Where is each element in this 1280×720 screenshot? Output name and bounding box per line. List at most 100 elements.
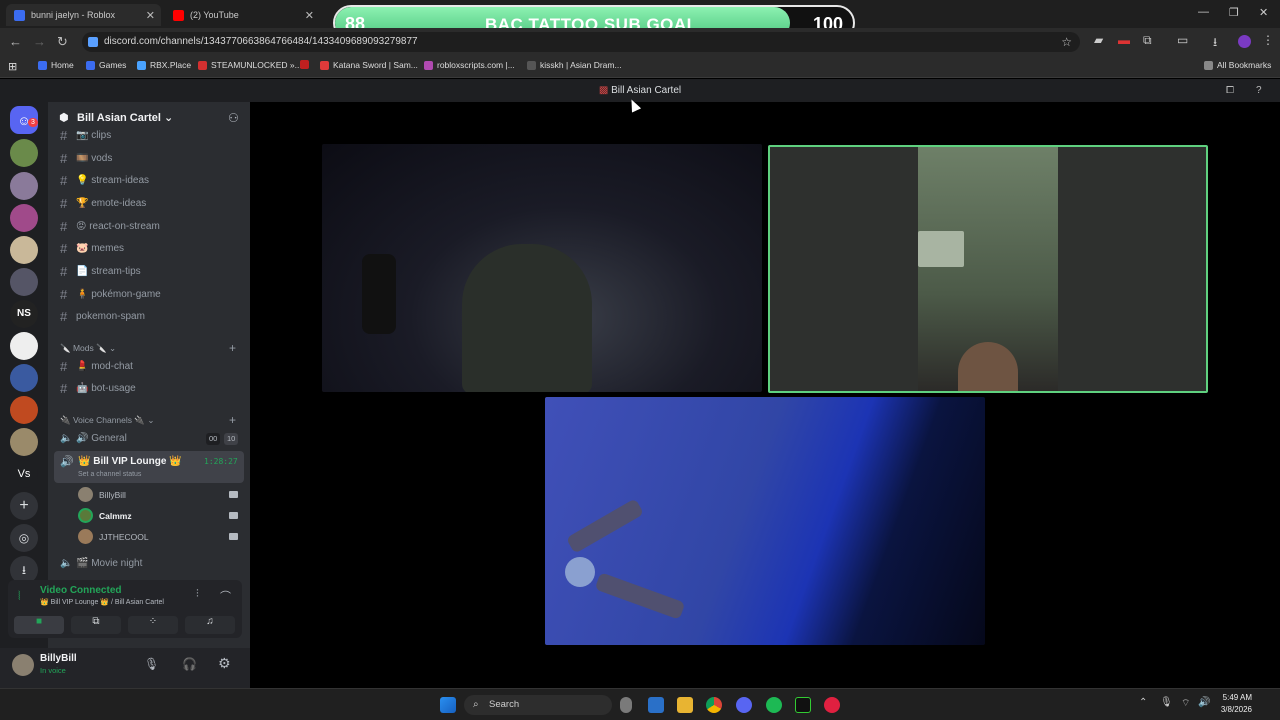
- channel-pokemon-game[interactable]: # 🧍 pokémon-game: [58, 285, 244, 305]
- channel-vods[interactable]: # 🎞️ vods: [58, 149, 244, 169]
- menu-kebab-icon[interactable]: ⋮: [1262, 33, 1274, 47]
- voice-user-jjthecool[interactable]: JJTHECOOL: [78, 529, 149, 544]
- bookmark-robloxscripts[interactable]: robloxscripts.com |...: [424, 60, 515, 70]
- tab-roblox[interactable]: bunni jaelyn - Roblox ✕: [6, 4, 161, 26]
- bookmark-red[interactable]: [300, 60, 309, 69]
- bookmark-kisskh[interactable]: kisskh | Asian Dram...: [527, 60, 622, 70]
- avatar[interactable]: [12, 654, 34, 676]
- server-icon-bill-asian-cartel[interactable]: [10, 139, 38, 167]
- download-icon[interactable]: ⭳: [1213, 33, 1217, 54]
- spotify-icon[interactable]: [766, 697, 782, 713]
- channel-react-on-stream[interactable]: # 😡 react-on-stream: [58, 217, 244, 237]
- server-icon[interactable]: [10, 268, 38, 296]
- microphone-icon[interactable]: 🎙: [144, 657, 159, 671]
- voice-channel-vip-lounge[interactable]: 🔊 👑 Bill VIP Lounge 👑 1:28:27 Set a chan…: [54, 451, 244, 483]
- discord-taskbar-icon[interactable]: [736, 697, 752, 713]
- channel-emote-ideas[interactable]: # 🏆 emote-ideas: [58, 194, 244, 214]
- headphones-icon[interactable]: 🎧: [182, 657, 197, 671]
- server-icon[interactable]: [10, 332, 38, 360]
- channel-memes[interactable]: # 🐷 memes: [58, 239, 244, 259]
- app-icon[interactable]: [795, 697, 811, 713]
- video-button[interactable]: ■: [14, 616, 64, 634]
- add-channel-icon[interactable]: +: [229, 413, 236, 427]
- wifi-icon[interactable]: ⌔: [1181, 697, 1190, 710]
- address-bar[interactable]: discord.com/channels/1343770663864766484…: [82, 32, 1080, 52]
- bookmark-rbx-place[interactable]: RBX.Place: [137, 60, 191, 70]
- maximize-icon[interactable]: ❐: [1229, 6, 1239, 19]
- start-icon[interactable]: [440, 697, 456, 713]
- video-tile-billybill[interactable]: [322, 144, 762, 392]
- forward-icon[interactable]: →: [33, 34, 46, 49]
- back-icon[interactable]: ←: [9, 34, 22, 49]
- soundboard-button[interactable]: ♫: [185, 616, 235, 634]
- video-tile-jjthecool[interactable]: [545, 397, 985, 645]
- clock-date[interactable]: 3/8/2026: [1214, 705, 1252, 714]
- activities-button[interactable]: ⁘: [128, 616, 178, 634]
- server-icon-ns[interactable]: NS: [10, 300, 38, 328]
- server-icon-vs[interactable]: Vs: [10, 460, 38, 488]
- connection-location[interactable]: 👑 Bill VIP Lounge 👑 / Bill Asian Cartel: [40, 598, 164, 606]
- all-bookmarks[interactable]: All Bookmarks: [1204, 60, 1271, 70]
- tab-youtube[interactable]: (2) YouTube ✕: [165, 4, 320, 26]
- volume-icon[interactable]: 🔊: [1198, 697, 1210, 708]
- profile-avatar[interactable]: [1238, 35, 1251, 48]
- settings-gear-icon[interactable]: ⚙: [218, 655, 231, 672]
- close-tab-icon[interactable]: ✕: [305, 9, 314, 22]
- extensions-puzzle-icon[interactable]: ⧉: [1143, 33, 1152, 48]
- window-close-icon[interactable]: ✕: [1259, 6, 1268, 19]
- screen-share-button[interactable]: ⧉: [71, 616, 121, 634]
- clock-time[interactable]: 5:49 AM: [1214, 693, 1252, 702]
- inbox-icon[interactable]: ⧠: [1226, 79, 1234, 102]
- file-explorer-icon[interactable]: [677, 697, 693, 713]
- server-icon[interactable]: [10, 204, 38, 232]
- channel-stream-ideas[interactable]: # 💡 stream-ideas: [58, 171, 244, 191]
- widget-icon[interactable]: [620, 697, 632, 713]
- channel-status[interactable]: Set a channel status: [78, 471, 141, 478]
- apps-grid-icon[interactable]: ⊞: [8, 60, 17, 73]
- server-icon[interactable]: [10, 172, 38, 200]
- disconnect-icon[interactable]: ⌒: [220, 588, 231, 604]
- channel-pokemon-spam[interactable]: # pokemon-spam: [58, 307, 244, 327]
- tray-mic-icon[interactable]: 🎙: [1160, 697, 1173, 708]
- server-icon[interactable]: [10, 428, 38, 456]
- bookmark-katana[interactable]: Katana Sword | Sam...: [320, 60, 418, 70]
- bookmark-star-icon[interactable]: ☆: [1061, 32, 1072, 52]
- add-channel-icon[interactable]: +: [229, 341, 236, 355]
- channel-clips[interactable]: # 📷 clips: [58, 126, 244, 146]
- server-icon[interactable]: [10, 396, 38, 424]
- server-icon[interactable]: [10, 364, 38, 392]
- category-mods[interactable]: 🔪 Mods 🔪 ⌄: [60, 343, 116, 354]
- minimize-icon[interactable]: —: [1198, 6, 1209, 18]
- webcam-room: [918, 147, 1058, 391]
- taskbar-search[interactable]: ⌕ Search: [464, 695, 612, 715]
- help-icon[interactable]: ?: [1256, 79, 1262, 102]
- opera-icon[interactable]: [824, 697, 840, 713]
- channel-stream-tips[interactable]: # 📄 stream-tips: [58, 262, 244, 282]
- extension-icon[interactable]: ▰: [1094, 33, 1103, 47]
- channel-mod-chat[interactable]: # 💄 mod-chat: [58, 357, 244, 377]
- server-icon[interactable]: [10, 236, 38, 264]
- ceiling-fan-blade: [594, 572, 686, 620]
- noise-suppression-icon[interactable]: ⫶: [196, 588, 199, 601]
- bookmark-games[interactable]: Games: [86, 60, 126, 70]
- channel-bot-usage[interactable]: # 🤖 bot-usage: [58, 379, 244, 399]
- voice-user-calmmz[interactable]: Calmmz: [78, 508, 132, 523]
- bookmark-steamunlocked[interactable]: STEAMUNLOCKED »...: [198, 60, 302, 70]
- tray-chevron-icon[interactable]: ⌃: [1139, 697, 1147, 708]
- store-icon[interactable]: [648, 697, 664, 713]
- extension-red-icon[interactable]: ▬: [1118, 33, 1130, 47]
- voice-channel-general[interactable]: 🔈 🔊 General 00 10: [58, 429, 244, 449]
- cast-icon[interactable]: ▭: [1177, 33, 1188, 47]
- chrome-icon[interactable]: [706, 697, 722, 713]
- reload-icon[interactable]: ↻: [57, 34, 68, 50]
- discover-icon[interactable]: ◎: [10, 524, 38, 552]
- category-voice-channels[interactable]: 🔌 Voice Channels 🔌 ⌄: [60, 415, 154, 426]
- voice-channel-movie-night[interactable]: 🔈 🎬 Movie night: [58, 554, 244, 574]
- connection-status: Video Connected: [40, 585, 122, 596]
- add-server-icon[interactable]: +: [10, 492, 38, 520]
- bookmark-home[interactable]: Home: [38, 60, 74, 70]
- close-tab-icon[interactable]: ✕: [146, 9, 155, 22]
- voice-user-billybill[interactable]: BillyBill: [78, 487, 126, 502]
- video-tile-calmmz[interactable]: [768, 145, 1208, 393]
- webcam-person: [958, 342, 1018, 391]
